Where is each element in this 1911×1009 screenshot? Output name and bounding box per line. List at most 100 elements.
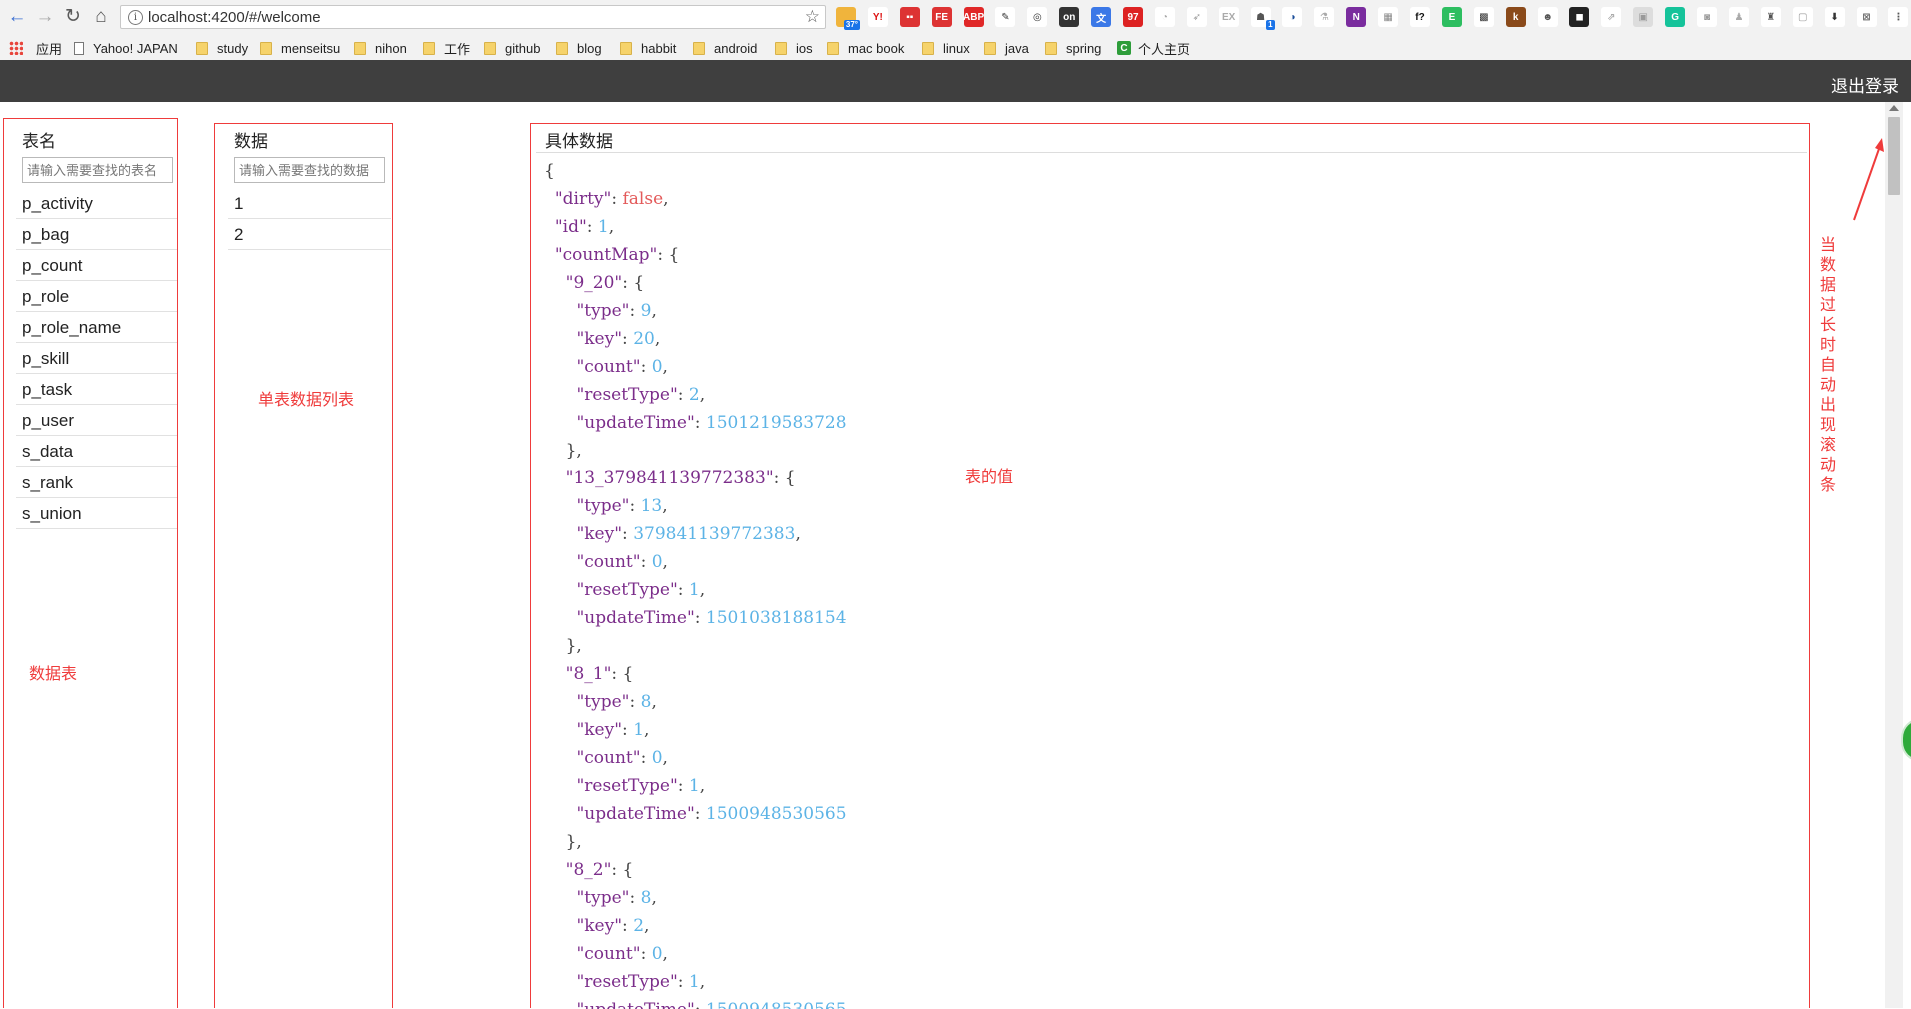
bookmark-item[interactable]: android (693, 39, 757, 57)
on-switch-icon[interactable]: on (1059, 7, 1079, 27)
forward-arrow-icon[interactable]: → (34, 6, 56, 28)
info-icon[interactable]: i (128, 10, 143, 25)
bookmark-item[interactable]: github (484, 39, 540, 57)
json-token: "updateTime" (576, 608, 694, 628)
table-list-item[interactable]: p_skill (16, 344, 177, 374)
ex-icon[interactable]: EX (1219, 7, 1239, 27)
json-token: "type" (576, 888, 629, 908)
weather-icon[interactable]: 37° (836, 7, 856, 27)
adblock-icon[interactable]: ABP (964, 7, 984, 27)
scrollbar-thumb[interactable] (1888, 117, 1900, 195)
formula-icon[interactable]: f? (1410, 7, 1430, 27)
person-icon[interactable]: ♟ (1729, 7, 1749, 27)
table-list-item[interactable]: p_bag (16, 220, 177, 250)
bookmark-item[interactable]: ios (775, 39, 813, 57)
table-list-item[interactable]: s_rank (16, 468, 177, 498)
data-search-input[interactable] (234, 157, 385, 183)
bookmark-item[interactable]: java (984, 39, 1029, 57)
flask-icon[interactable]: ⚗ (1314, 7, 1334, 27)
json-token: : (695, 608, 706, 628)
bookmark-item[interactable]: nihon (354, 39, 407, 57)
logout-button[interactable]: 退出登录 (1831, 72, 1899, 97)
square-x-icon[interactable]: ⊠ (1857, 7, 1877, 27)
feather-icon[interactable]: ◔ (1155, 7, 1175, 27)
apps-grid-icon[interactable] (9, 41, 23, 55)
bookmark-item[interactable]: linux (922, 39, 970, 57)
json-token: 0 (652, 357, 663, 377)
bookmark-item[interactable]: menseitsu (260, 39, 340, 57)
grammarly-icon[interactable]: G (1665, 7, 1685, 27)
image-icon[interactable]: ▣ (1633, 7, 1653, 27)
address-bar[interactable]: i localhost:4200/#/welcome ☆ (120, 5, 826, 29)
menu-icon[interactable]: ⋮ (1888, 7, 1908, 27)
bookmark-item[interactable]: habbit (620, 39, 676, 57)
fe-icon[interactable]: FE (932, 7, 952, 27)
external-icon[interactable]: ⇗ (1601, 7, 1621, 27)
evernote-icon[interactable]: E (1442, 7, 1462, 27)
translate-icon[interactable]: 文 (1091, 7, 1111, 27)
mask-icon[interactable]: ◼ (1569, 7, 1589, 27)
bookmark-item[interactable]: mac book (827, 39, 904, 57)
table-list-item[interactable]: p_role (16, 282, 177, 312)
json-token: , (651, 301, 656, 321)
cat-icon[interactable]: ☗1 (1251, 7, 1271, 27)
circle-icon[interactable]: ◑ (1282, 7, 1302, 27)
json-viewer[interactable]: { "dirty": false, "id": 1, "countMap": {… (536, 152, 1807, 1009)
bookmark-item[interactable]: 工作 (423, 39, 470, 57)
proxy-icon[interactable]: ◎ (1027, 7, 1047, 27)
bookmark-star-icon[interactable]: ☆ (805, 7, 820, 27)
reload-icon[interactable]: ↻ (62, 6, 84, 28)
back-arrow-icon[interactable]: ← (6, 6, 28, 28)
data-list-item[interactable]: 1 (228, 189, 391, 219)
table-list-item[interactable]: s_union (16, 499, 177, 529)
k-icon[interactable]: k (1506, 7, 1526, 27)
onenote-icon[interactable]: N (1346, 7, 1366, 27)
tables-annotation: 数据表 (29, 660, 77, 684)
url-text[interactable]: localhost:4200/#/welcome (148, 9, 321, 26)
json-token: 13 (641, 496, 663, 516)
red-square-icon[interactable]: 97 (1123, 7, 1143, 27)
robot-icon[interactable]: ♜ (1761, 7, 1781, 27)
bookmark-item[interactable]: study (196, 39, 248, 57)
page-scrollbar[interactable] (1885, 102, 1903, 1008)
json-line: "resetType": 1, (544, 968, 705, 996)
bird-icon[interactable]: ➶ (1187, 7, 1207, 27)
calendar-icon[interactable]: ▪▪ (900, 7, 920, 27)
download-icon[interactable]: ⬇ (1825, 7, 1845, 27)
scroll-up-arrow-icon[interactable] (1889, 105, 1899, 111)
eyedropper-icon[interactable]: ✎ (995, 7, 1015, 27)
table-icon[interactable]: ▦ (1378, 7, 1398, 27)
table-list-item[interactable]: p_count (16, 251, 177, 281)
camera-icon[interactable]: ◙ (1697, 7, 1717, 27)
ghost-icon[interactable]: ☻ (1538, 7, 1558, 27)
screenshot-icon[interactable]: ▢ (1793, 7, 1813, 27)
json-line: "resetType": 2, (544, 381, 705, 409)
json-line: }, (544, 632, 582, 660)
json-token: 1501219583728 (706, 413, 847, 433)
home-icon[interactable]: ⌂ (90, 6, 112, 28)
table-list-item[interactable]: p_task (16, 375, 177, 405)
table-list-item[interactable]: s_data (16, 437, 177, 467)
bookmark-item[interactable]: C个人主页 (1117, 39, 1190, 57)
table-list-item[interactable]: p_role_name (16, 313, 177, 343)
table-search-input[interactable] (22, 157, 173, 183)
table-list-item[interactable]: p_user (16, 406, 177, 436)
folder-icon (775, 42, 787, 55)
json-token: , (700, 580, 705, 600)
json-token: , (662, 496, 667, 516)
bookmark-item[interactable]: Yahoo! JAPAN (74, 39, 178, 57)
bookmark-item[interactable]: spring (1045, 39, 1101, 57)
bookmark-item[interactable]: 应用 (36, 39, 62, 57)
json-line: "key": 379841139772383, (544, 520, 801, 548)
extension-toolbar: 37° Y! ▪▪ FE ABP ✎ ◎ on 文 97 ◔ ➶ EX ☗1 ◑ ⚗ N ▦ f? E ▩ k ☻ ◼ ⇗ ▣ G ◙… (836, 7, 1911, 29)
json-token: , (795, 524, 800, 544)
bookmark-label: 个人主页 (1138, 39, 1190, 58)
qr-icon[interactable]: ▩ (1474, 7, 1494, 27)
bookmark-item[interactable]: blog (556, 39, 602, 57)
json-token: : (622, 720, 633, 740)
data-list-item[interactable]: 2 (228, 220, 391, 250)
json-line: "updateTime": 1501219583728 (544, 409, 847, 437)
json-token: }, (544, 441, 582, 461)
yahoo-icon[interactable]: Y! (868, 7, 888, 27)
table-list-item[interactable]: p_activity (16, 189, 177, 219)
